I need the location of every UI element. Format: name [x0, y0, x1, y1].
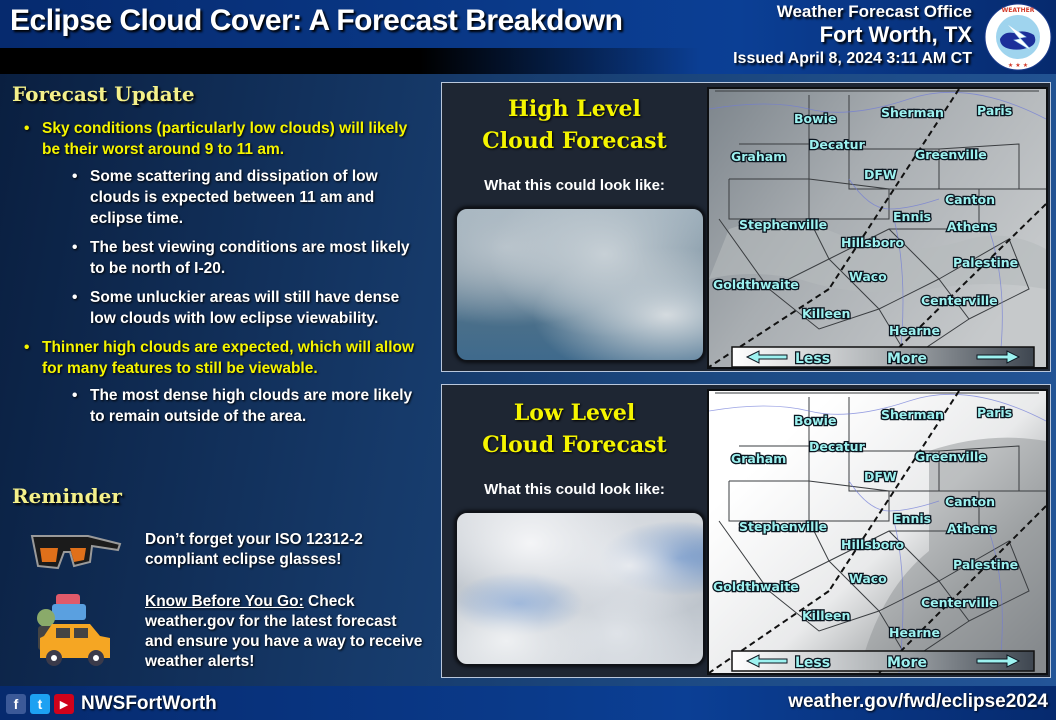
city-label: Palestine: [953, 255, 1018, 270]
footer: f t ▶ NWSFortWorth weather.gov/fwd/eclip…: [0, 686, 1056, 720]
city-label: Hearne: [889, 625, 940, 640]
svg-text:WEATHER: WEATHER: [1002, 7, 1035, 14]
city-label: DFW: [864, 469, 897, 484]
panel-title: High Level Cloud Forecast: [442, 93, 707, 157]
social-links: f t ▶ NWSFortWorth: [6, 693, 217, 715]
city-label: Centerville: [921, 293, 998, 308]
city-label: Waco: [849, 269, 887, 284]
bullet-item: Sky conditions (particularly low clouds)…: [0, 118, 430, 160]
city-label: Athens: [947, 521, 996, 536]
twitter-icon[interactable]: t: [30, 694, 50, 714]
high-cloud-map: Bowie Sherman Paris Decatur Graham Green…: [707, 87, 1048, 369]
city-label: Athens: [947, 219, 996, 234]
city-label: Goldthwaite: [713, 579, 799, 594]
cloud-legend: Less More: [731, 346, 1035, 367]
legend-less: Less: [795, 655, 830, 671]
city-label: Sherman: [881, 105, 944, 120]
panel-title-line1: Low Level: [513, 400, 636, 426]
header-band: [0, 48, 700, 74]
panel-title: Low Level Cloud Forecast: [442, 397, 707, 461]
nws-logo-icon: WEATHER ★ ★ ★: [984, 3, 1052, 71]
car-luggage-icon: [37, 594, 110, 666]
left-column: Forecast Update Sky conditions (particul…: [0, 74, 430, 686]
page-title: Eclipse Cloud Cover: A Forecast Breakdow…: [10, 4, 623, 37]
panel-title-line1: High Level: [508, 96, 641, 122]
map-svg: Bowie Sherman Paris Decatur Graham Green…: [709, 89, 1046, 367]
know-before-you-go-label: Know Before You Go:: [145, 593, 304, 610]
city-label: Ennis: [893, 511, 931, 526]
city-label: Paris: [977, 405, 1012, 420]
issued-time: Issued April 8, 2024 3:11 AM CT: [733, 50, 972, 67]
city-label: Canton: [945, 192, 995, 207]
city-label: Sherman: [881, 407, 944, 422]
high-cloud-photo: [455, 207, 705, 362]
city-label: Hillsboro: [841, 537, 904, 552]
reminder-heading: Reminder: [12, 484, 122, 508]
office-info: Weather Forecast Office Fort Worth, TX I…: [733, 2, 972, 70]
reminder-travel: Know Before You Go: Check weather.gov fo…: [0, 592, 430, 682]
panel-subtitle: What this could look like:: [484, 481, 665, 498]
cloud-legend: Less More: [731, 650, 1035, 672]
city-label: Decatur: [809, 137, 866, 152]
panel-title-line2: Cloud Forecast: [482, 128, 667, 154]
social-handle[interactable]: NWSFortWorth: [81, 693, 217, 715]
city-label: Bowie: [794, 111, 836, 126]
glasses-reminder-text: Don’t forget your ISO 12312-2 compliant …: [145, 531, 363, 568]
youtube-icon[interactable]: ▶: [54, 694, 74, 714]
city-label: Canton: [945, 494, 995, 509]
office-location: Fort Worth, TX: [819, 22, 972, 47]
svg-text:★ ★ ★: ★ ★ ★: [1008, 62, 1028, 69]
facebook-icon[interactable]: f: [6, 694, 26, 714]
city-label: Bowie: [794, 413, 836, 428]
city-label: Ennis: [893, 209, 931, 224]
map-svg: Bowie Sherman Paris Decatur Graham Green…: [709, 391, 1046, 673]
city-label: Waco: [849, 571, 887, 586]
eclipse-glasses-icon: [30, 535, 122, 570]
office-label: Weather Forecast Office: [776, 2, 972, 21]
forecast-bullets: Sky conditions (particularly low clouds)…: [0, 118, 430, 435]
city-label: Decatur: [809, 439, 866, 454]
city-label: Stephenville: [739, 519, 827, 534]
city-label: Killeen: [802, 306, 850, 321]
city-label: Palestine: [953, 557, 1018, 572]
city-label: Stephenville: [739, 217, 827, 232]
city-label: Hearne: [889, 323, 940, 338]
city-label: Centerville: [921, 595, 998, 610]
panel-subtitle: What this could look like:: [484, 177, 665, 194]
city-label: DFW: [864, 167, 897, 182]
legend-more: More: [887, 351, 927, 367]
high-level-panel: High Level Cloud Forecast What this coul…: [441, 82, 1051, 372]
travel-reminder-text: Know Before You Go: Check weather.gov fo…: [145, 592, 425, 672]
sub-bullet-item: Some scattering and dissipation of low c…: [0, 166, 430, 229]
city-label: Killeen: [802, 608, 850, 623]
city-label: Hillsboro: [841, 235, 904, 250]
panel-title-line2: Cloud Forecast: [482, 432, 667, 458]
forecast-update-heading: Forecast Update: [12, 82, 195, 106]
main-content: Forecast Update Sky conditions (particul…: [0, 74, 1056, 686]
city-label: Goldthwaite: [713, 277, 799, 292]
reminder-glasses: Don’t forget your ISO 12312-2 compliant …: [0, 526, 430, 576]
sub-bullet-item: Some unluckier areas will still have den…: [0, 287, 430, 329]
low-cloud-photo: [455, 511, 705, 666]
city-label: Paris: [977, 103, 1012, 118]
bullet-item: Thinner high clouds are expected, which …: [0, 337, 430, 379]
header: Eclipse Cloud Cover: A Forecast Breakdow…: [0, 0, 1056, 74]
city-label: Graham: [731, 451, 786, 466]
legend-less: Less: [795, 351, 830, 367]
city-label: Graham: [731, 149, 786, 164]
city-label: Greenville: [915, 147, 987, 162]
city-label: Greenville: [915, 449, 987, 464]
sub-bullet-item: The most dense high clouds are more like…: [0, 385, 430, 427]
low-level-panel: Low Level Cloud Forecast What this could…: [441, 384, 1051, 678]
low-cloud-map: Bowie Sherman Paris Decatur Graham Green…: [707, 389, 1048, 675]
legend-more: More: [887, 655, 927, 671]
sub-bullet-item: The best viewing conditions are most lik…: [0, 237, 430, 279]
eclipse-url-link[interactable]: weather.gov/fwd/eclipse2024: [788, 691, 1048, 713]
